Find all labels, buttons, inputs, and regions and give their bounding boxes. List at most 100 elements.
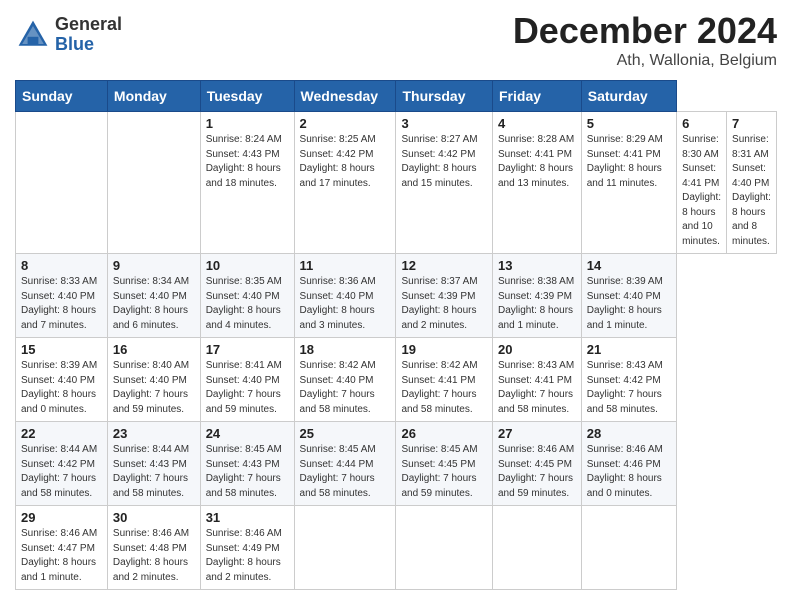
day-info: Sunrise: 8:40 AMSunset: 4:40 PMDaylight:… (113, 359, 195, 417)
day-number: 12 (401, 258, 487, 273)
calendar-day-header: Thursday (396, 81, 493, 112)
day-number: 8 (21, 258, 102, 273)
day-number: 11 (300, 258, 391, 273)
calendar-cell: 21 Sunrise: 8:43 AMSunset: 4:42 PMDayligh… (581, 338, 676, 422)
calendar-cell: 6Sunrise: 8:30 AMSunset: 4:41 PMDaylight… (677, 112, 727, 254)
calendar-cell: 8 Sunrise: 8:33 AMSunset: 4:40 PMDaylight… (16, 254, 108, 338)
day-info: Sunrise: 8:37 AMSunset: 4:39 PMDaylight:… (401, 275, 487, 333)
logo-general: General (55, 15, 122, 35)
day-number: 31 (206, 510, 289, 525)
day-number: 21 (587, 342, 671, 357)
calendar-cell: 13 Sunrise: 8:38 AMSunset: 4:39 PMDayligh… (493, 254, 582, 338)
day-number: 27 (498, 426, 576, 441)
calendar-cell: 26 Sunrise: 8:45 AMSunset: 4:45 PMDayligh… (396, 422, 493, 506)
day-info: Sunrise: 8:42 AMSunset: 4:40 PMDaylight:… (300, 359, 391, 417)
calendar-table: SundayMondayTuesdayWednesdayThursdayFrid… (15, 80, 777, 590)
day-number: 3 (401, 116, 487, 131)
day-number: 13 (498, 258, 576, 273)
calendar-cell: 31 Sunrise: 8:46 AMSunset: 4:49 PMDayligh… (200, 506, 294, 590)
day-number: 19 (401, 342, 487, 357)
calendar-cell: 7Sunrise: 8:31 AMSunset: 4:40 PMDaylight… (727, 112, 777, 254)
page: General Blue December 2024 Ath, Wallonia… (0, 0, 792, 605)
day-info: Sunrise: 8:39 AMSunset: 4:40 PMDaylight:… (587, 275, 671, 333)
calendar-header-row: SundayMondayTuesdayWednesdayThursdayFrid… (16, 81, 777, 112)
day-number: 15 (21, 342, 102, 357)
calendar-cell (294, 506, 396, 590)
day-info: Sunrise: 8:31 AMSunset: 4:40 PMDaylight:… (732, 133, 771, 249)
calendar-cell: 19 Sunrise: 8:42 AMSunset: 4:41 PMDayligh… (396, 338, 493, 422)
calendar-cell: 2 Sunrise: 8:25 AMSunset: 4:42 PMDaylight… (294, 112, 396, 254)
day-info: Sunrise: 8:29 AMSunset: 4:41 PMDaylight:… (587, 133, 671, 191)
day-info: Sunrise: 8:46 AMSunset: 4:45 PMDaylight:… (498, 443, 576, 501)
day-number: 9 (113, 258, 195, 273)
day-info: Sunrise: 8:38 AMSunset: 4:39 PMDaylight:… (498, 275, 576, 333)
header: General Blue December 2024 Ath, Wallonia… (15, 10, 777, 70)
day-info: Sunrise: 8:41 AMSunset: 4:40 PMDaylight:… (206, 359, 289, 417)
day-info: Sunrise: 8:33 AMSunset: 4:40 PMDaylight:… (21, 275, 102, 333)
day-info: Sunrise: 8:27 AMSunset: 4:42 PMDaylight:… (401, 133, 487, 191)
calendar-day-header: Monday (107, 81, 200, 112)
calendar-day-header: Friday (493, 81, 582, 112)
calendar-day-header: Sunday (16, 81, 108, 112)
calendar-week-row: 29Sunrise: 8:46 AMSunset: 4:47 PMDayligh… (16, 506, 777, 590)
calendar-cell: 12 Sunrise: 8:37 AMSunset: 4:39 PMDayligh… (396, 254, 493, 338)
calendar-cell: 22Sunrise: 8:44 AMSunset: 4:42 PMDayligh… (16, 422, 108, 506)
day-number: 17 (206, 342, 289, 357)
day-info: Sunrise: 8:25 AMSunset: 4:42 PMDaylight:… (300, 133, 391, 191)
day-info: Sunrise: 8:45 AMSunset: 4:43 PMDaylight:… (206, 443, 289, 501)
day-number: 1 (206, 116, 289, 131)
day-number: 6 (682, 116, 721, 131)
day-info: Sunrise: 8:42 AMSunset: 4:41 PMDaylight:… (401, 359, 487, 417)
calendar-cell: 10 Sunrise: 8:35 AMSunset: 4:40 PMDayligh… (200, 254, 294, 338)
calendar-cell: 20Sunrise: 8:43 AMSunset: 4:41 PMDayligh… (493, 338, 582, 422)
location: Ath, Wallonia, Belgium (513, 52, 777, 70)
day-info: Sunrise: 8:35 AMSunset: 4:40 PMDaylight:… (206, 275, 289, 333)
calendar-cell: 23 Sunrise: 8:44 AMSunset: 4:43 PMDayligh… (107, 422, 200, 506)
day-info: Sunrise: 8:46 AMSunset: 4:48 PMDaylight:… (113, 527, 195, 585)
day-info: Sunrise: 8:28 AMSunset: 4:41 PMDaylight:… (498, 133, 576, 191)
day-number: 5 (587, 116, 671, 131)
calendar-cell: 24 Sunrise: 8:45 AMSunset: 4:43 PMDayligh… (200, 422, 294, 506)
day-info: Sunrise: 8:46 AMSunset: 4:46 PMDaylight:… (587, 443, 671, 501)
month-title: December 2024 (513, 10, 777, 52)
day-info: Sunrise: 8:46 AMSunset: 4:49 PMDaylight:… (206, 527, 289, 585)
calendar-cell (493, 506, 582, 590)
day-info: Sunrise: 8:44 AMSunset: 4:43 PMDaylight:… (113, 443, 195, 501)
calendar-cell (107, 112, 200, 254)
calendar-week-row: 8 Sunrise: 8:33 AMSunset: 4:40 PMDaylight… (16, 254, 777, 338)
day-number: 23 (113, 426, 195, 441)
calendar-cell: 1 Sunrise: 8:24 AMSunset: 4:43 PMDaylight… (200, 112, 294, 254)
day-info: Sunrise: 8:39 AMSunset: 4:40 PMDaylight:… (21, 359, 102, 417)
calendar-cell: 25 Sunrise: 8:45 AMSunset: 4:44 PMDayligh… (294, 422, 396, 506)
calendar-cell (16, 112, 108, 254)
calendar-cell: 9Sunrise: 8:34 AMSunset: 4:40 PMDaylight… (107, 254, 200, 338)
day-info: Sunrise: 8:45 AMSunset: 4:44 PMDaylight:… (300, 443, 391, 501)
day-info: Sunrise: 8:43 AMSunset: 4:42 PMDaylight:… (587, 359, 671, 417)
calendar-cell: 15 Sunrise: 8:39 AMSunset: 4:40 PMDayligh… (16, 338, 108, 422)
calendar-day-header: Tuesday (200, 81, 294, 112)
day-number: 18 (300, 342, 391, 357)
calendar-cell: 29Sunrise: 8:46 AMSunset: 4:47 PMDayligh… (16, 506, 108, 590)
calendar-cell: 17 Sunrise: 8:41 AMSunset: 4:40 PMDayligh… (200, 338, 294, 422)
calendar-cell: 30 Sunrise: 8:46 AMSunset: 4:48 PMDayligh… (107, 506, 200, 590)
day-number: 14 (587, 258, 671, 273)
day-number: 22 (21, 426, 102, 441)
day-info: Sunrise: 8:45 AMSunset: 4:45 PMDaylight:… (401, 443, 487, 501)
day-info: Sunrise: 8:36 AMSunset: 4:40 PMDaylight:… (300, 275, 391, 333)
day-number: 10 (206, 258, 289, 273)
day-number: 4 (498, 116, 576, 131)
day-info: Sunrise: 8:43 AMSunset: 4:41 PMDaylight:… (498, 359, 576, 417)
day-number: 26 (401, 426, 487, 441)
calendar-week-row: 15 Sunrise: 8:39 AMSunset: 4:40 PMDayligh… (16, 338, 777, 422)
calendar-day-header: Wednesday (294, 81, 396, 112)
day-info: Sunrise: 8:24 AMSunset: 4:43 PMDaylight:… (206, 133, 289, 191)
day-info: Sunrise: 8:46 AMSunset: 4:47 PMDaylight:… (21, 527, 102, 585)
logo-blue: Blue (55, 35, 122, 55)
day-number: 2 (300, 116, 391, 131)
calendar-cell: 27 Sunrise: 8:46 AMSunset: 4:45 PMDayligh… (493, 422, 582, 506)
calendar-cell: 4 Sunrise: 8:28 AMSunset: 4:41 PMDaylight… (493, 112, 582, 254)
day-number: 30 (113, 510, 195, 525)
calendar-cell: 3 Sunrise: 8:27 AMSunset: 4:42 PMDaylight… (396, 112, 493, 254)
day-number: 25 (300, 426, 391, 441)
day-number: 24 (206, 426, 289, 441)
